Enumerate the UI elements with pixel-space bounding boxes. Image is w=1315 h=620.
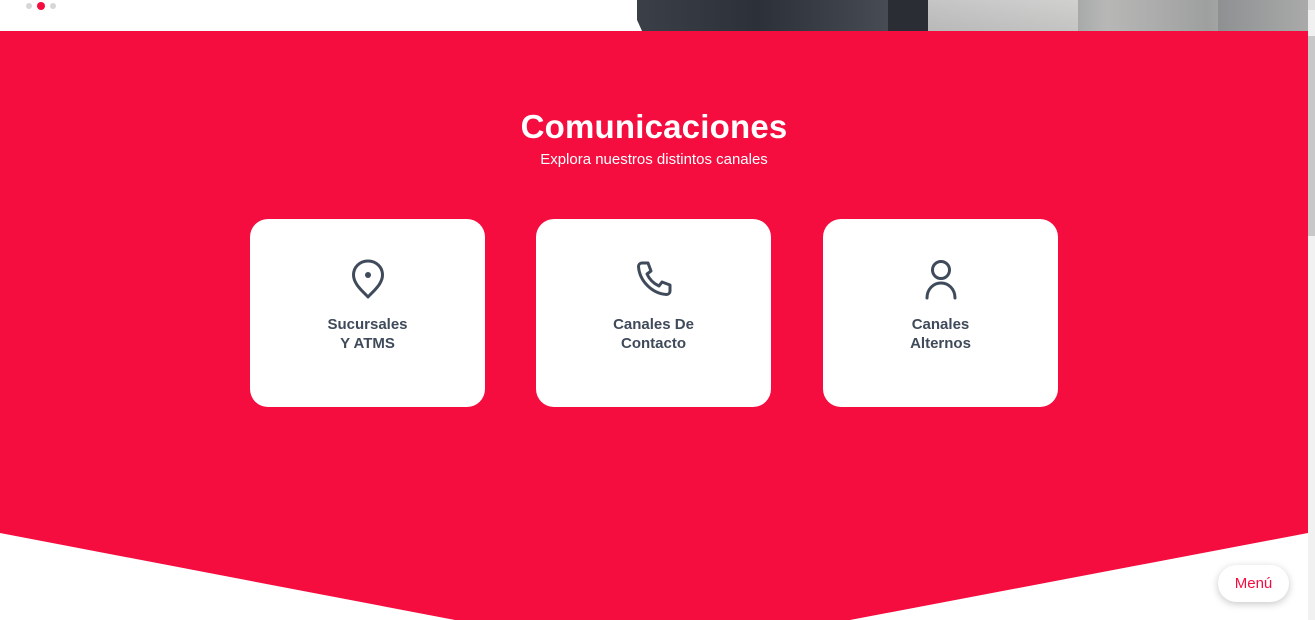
section-title: Comunicaciones	[520, 108, 788, 145]
card-canales-alternos[interactable]: Canales Alternos	[823, 219, 1058, 407]
section-subtitle: Explora nuestros distintos canales	[540, 151, 768, 168]
user-icon	[921, 257, 961, 301]
menu-button[interactable]: Menú	[1218, 565, 1289, 602]
card-label: Canales De Contacto	[613, 316, 694, 352]
scroll-up-arrow[interactable]	[1308, 0, 1315, 10]
scrollbar[interactable]	[1308, 0, 1315, 620]
carousel-dot-2[interactable]	[37, 2, 45, 10]
card-label: Canales Alternos	[910, 316, 971, 352]
hero-banner-bottom	[0, 0, 1308, 31]
phone-icon	[634, 257, 674, 301]
hero-image	[628, 0, 1308, 31]
carousel-dots	[26, 2, 56, 10]
location-pin-icon	[348, 257, 388, 301]
page: Comunicaciones Explora nuestros distinto…	[0, 0, 1315, 620]
carousel-dot-3[interactable]	[50, 3, 56, 9]
card-label: Sucursales Y ATMS	[327, 316, 408, 352]
carousel-dot-1[interactable]	[26, 3, 32, 9]
card-canales-contacto[interactable]: Canales De Contacto	[536, 219, 771, 407]
card-sucursales-atms[interactable]: Sucursales Y ATMS	[250, 219, 485, 407]
scrollbar-thumb[interactable]	[1308, 36, 1315, 236]
